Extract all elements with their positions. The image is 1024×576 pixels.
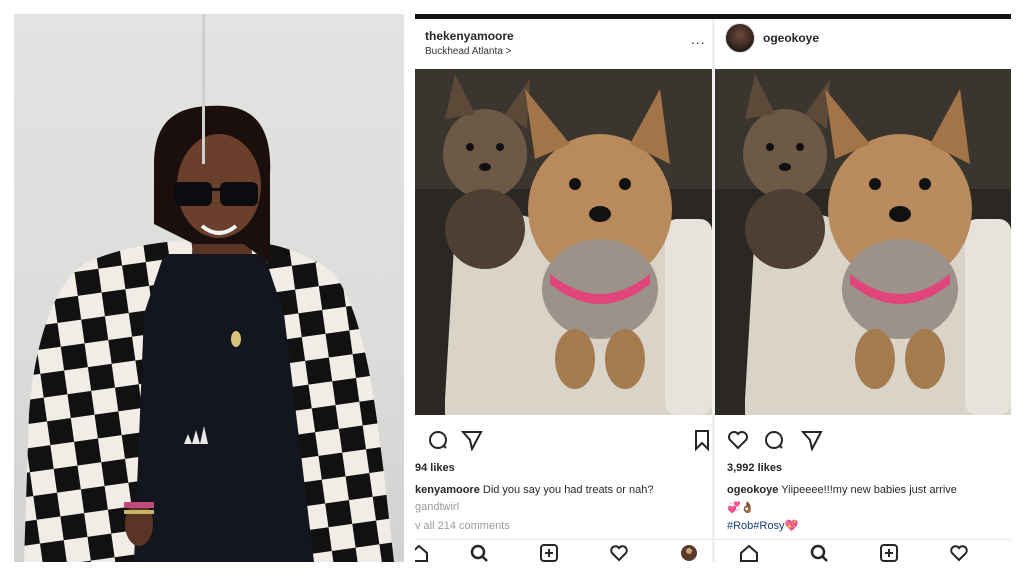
post-username[interactable]: ogeokoye <box>763 31 819 45</box>
heart-icon[interactable] <box>727 429 749 451</box>
likes-count[interactable]: 3,992 likes <box>727 462 782 474</box>
caption-username[interactable]: ogeokoye <box>727 484 778 496</box>
wall-seam <box>202 14 205 164</box>
new-post-icon[interactable] <box>539 543 559 562</box>
portrait-photo <box>14 14 404 562</box>
post-image-dogs <box>415 69 712 415</box>
post-thekenyamoore: thekenyamoore Buckhead Atlanta > ... 94 … <box>415 19 712 562</box>
heart-icon[interactable] <box>949 543 969 562</box>
comment-icon[interactable] <box>427 429 449 451</box>
avatar[interactable] <box>725 23 755 53</box>
view-comments-link[interactable]: v all 214 comments <box>415 520 510 532</box>
woman-figure-illustration <box>24 105 394 562</box>
post-caption: kenyamoore Did you say you had treats or… <box>415 484 653 496</box>
post-header: ogeokoye <box>715 19 1011 65</box>
search-icon[interactable] <box>809 543 829 562</box>
heart-icon[interactable] <box>609 543 629 562</box>
share-icon[interactable] <box>801 429 823 451</box>
new-post-icon[interactable] <box>879 543 899 562</box>
bottom-nav <box>415 539 712 562</box>
caption-username[interactable]: kenyamoore <box>415 484 480 496</box>
post-actions <box>715 429 1011 453</box>
bookmark-icon[interactable] <box>691 429 712 451</box>
post-ogeokoye: ogeokoye 3,992 likes ogeokoye Yiipeeee!!… <box>715 19 1011 562</box>
home-icon[interactable] <box>415 543 429 562</box>
caption-mention[interactable]: gandtwirl <box>415 501 459 513</box>
dogs-in-car-photo <box>715 69 1011 415</box>
home-icon[interactable] <box>739 543 759 562</box>
caption-emoji-line: 💞👌🏾 <box>727 502 755 514</box>
caption-text: Yiipeeee!!!my new babies just arrive <box>781 484 957 496</box>
more-options-icon[interactable]: ... <box>691 31 706 47</box>
caption-hashtags[interactable]: #Rob#Rosy💖 <box>727 519 798 532</box>
dogs-in-car-photo <box>415 69 712 415</box>
post-location[interactable]: Buckhead Atlanta > <box>425 46 511 57</box>
search-icon[interactable] <box>469 543 489 562</box>
post-caption: ogeokoye Yiipeeee!!!my new babies just a… <box>727 484 957 496</box>
instagram-posts-comparison: thekenyamoore Buckhead Atlanta > ... 94 … <box>415 14 1011 562</box>
post-image-dogs <box>715 69 1011 415</box>
caption-text: Did you say you had treats or nah? <box>482 484 654 496</box>
post-username[interactable]: thekenyamoore <box>425 29 514 43</box>
bottom-nav <box>715 539 1011 562</box>
post-actions <box>415 429 712 453</box>
likes-count[interactable]: 94 likes <box>415 462 455 474</box>
share-icon[interactable] <box>461 429 483 451</box>
comment-icon[interactable] <box>763 429 785 451</box>
post-header: thekenyamoore Buckhead Atlanta > ... <box>415 19 712 65</box>
profile-avatar-icon[interactable] <box>679 543 699 562</box>
